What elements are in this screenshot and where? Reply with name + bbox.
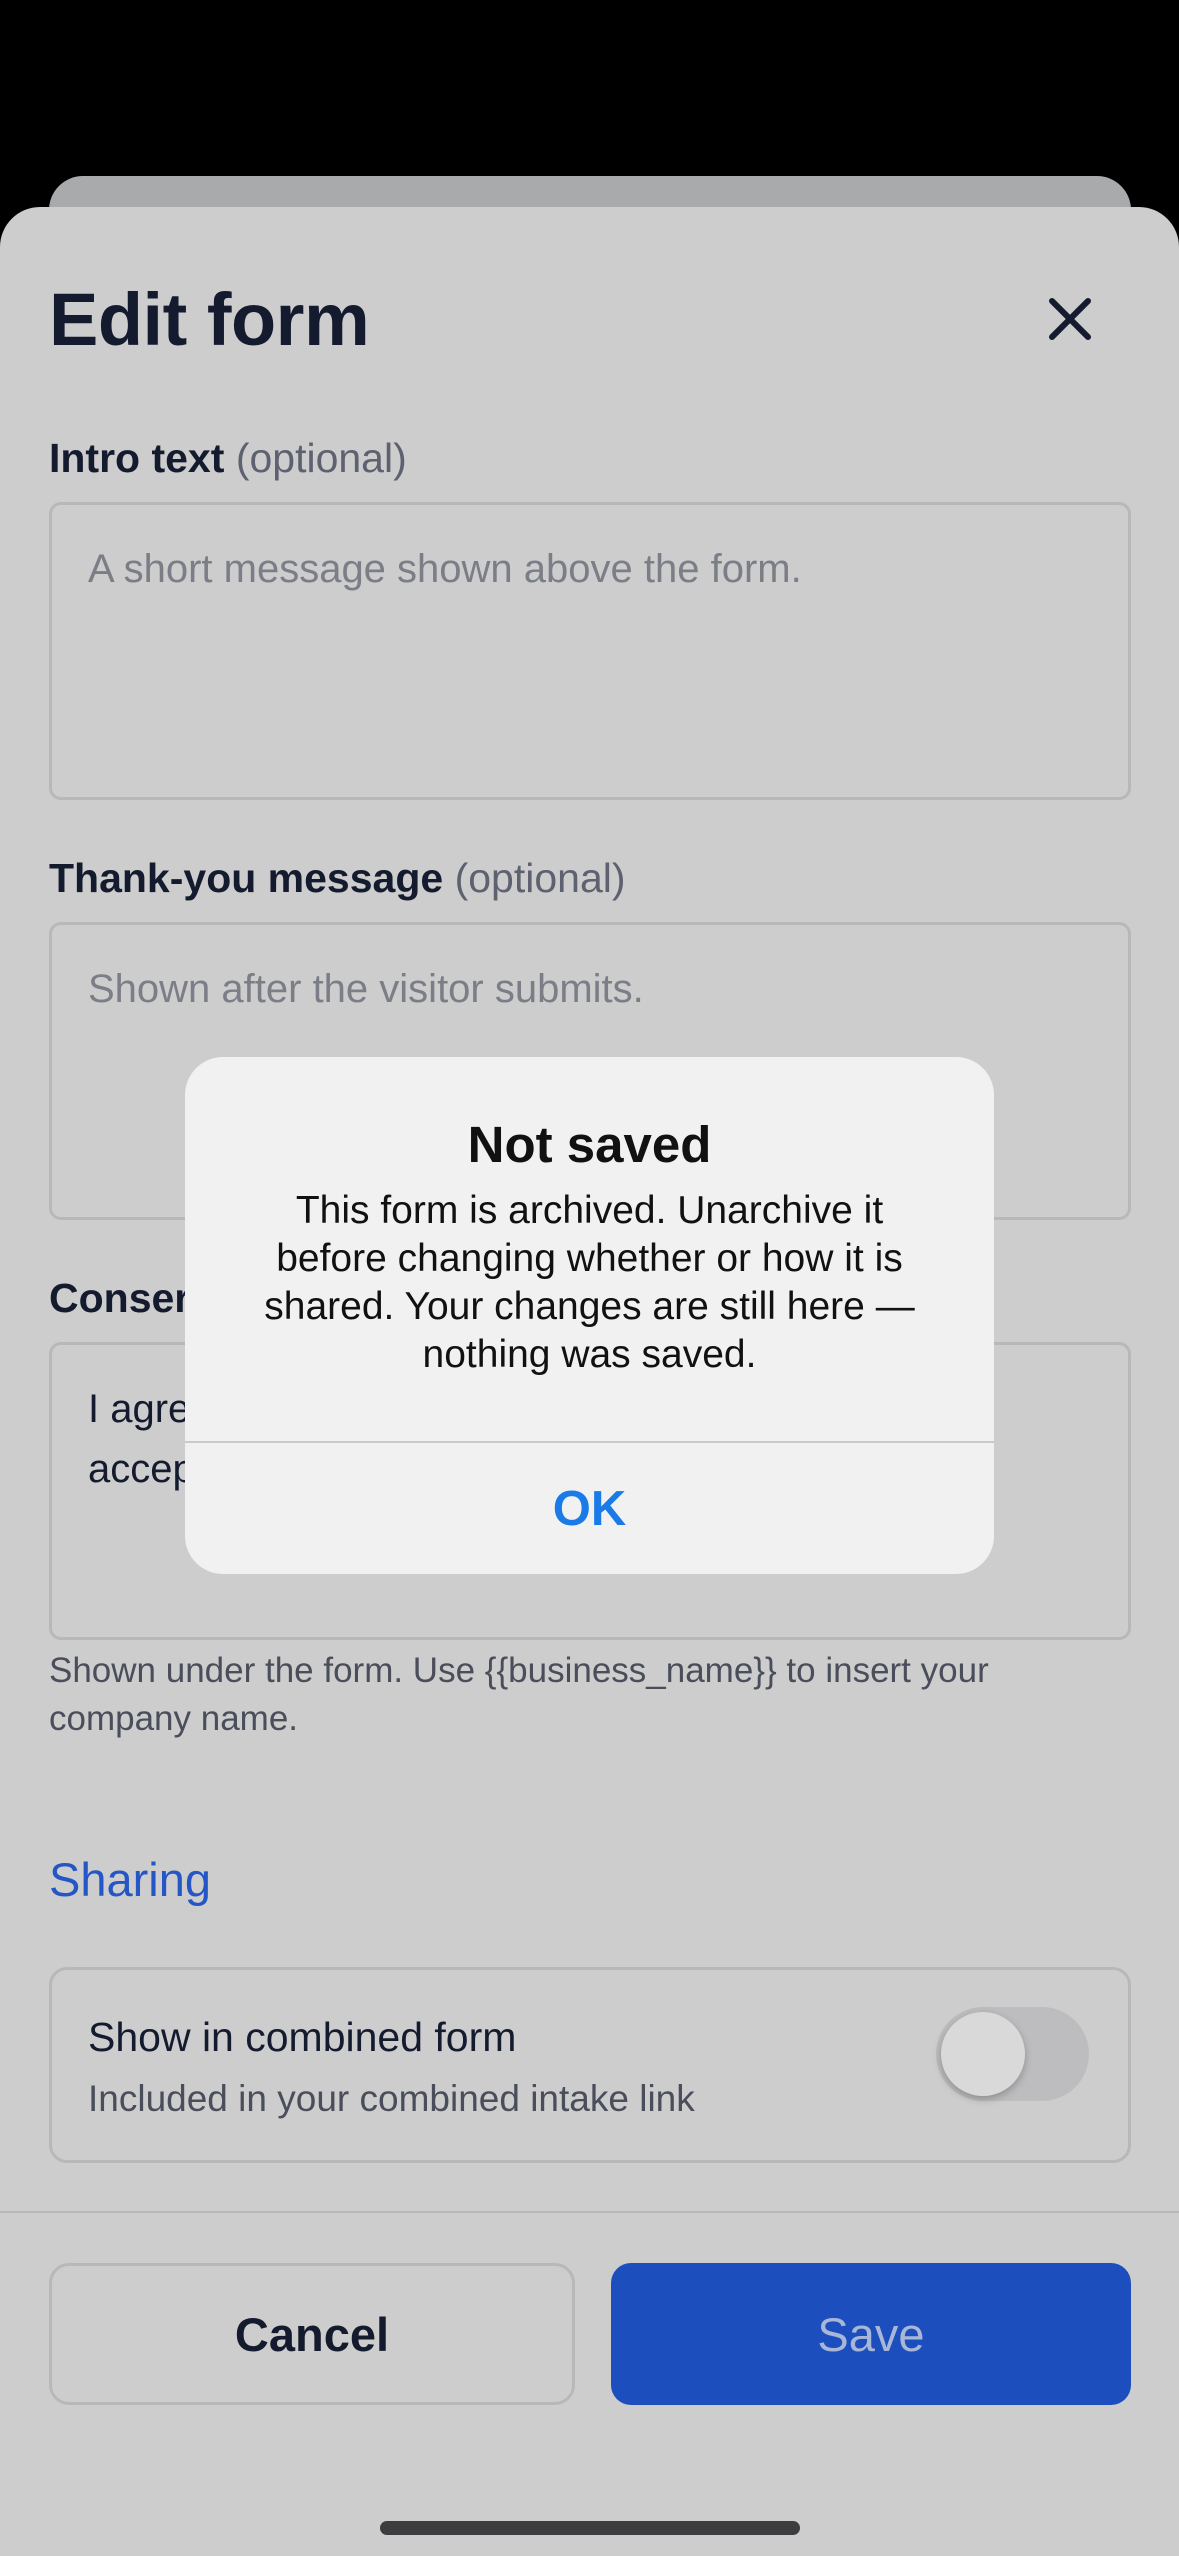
intro-text-optional: (optional) [235,435,407,481]
consent-label: Conser [49,1275,190,1322]
thank-you-label: Thank-you message (optional) [49,855,626,902]
consent-label-name: Conser [49,1275,191,1321]
combined-form-subtitle: Included in your combined intake link [88,2078,695,2119]
intro-text-placeholder: A short message shown above the form. [88,547,802,591]
not-saved-alert: Not saved This form is archived. Unarchi… [185,1057,994,1574]
alert-ok-button[interactable]: OK [185,1443,994,1574]
footer-divider [0,2211,1179,2213]
save-button[interactable]: Save [611,2263,1131,2405]
consent-hint: Shown under the form. Use {{business_nam… [49,1651,989,1738]
thank-you-optional: (optional) [454,855,626,901]
alert-message: This form is archived. Unarchive it befo… [264,1189,915,1376]
home-indicator [380,2521,800,2535]
cancel-button[interactable]: Cancel [49,2263,575,2405]
intro-text-label: Intro text (optional) [49,435,407,482]
thank-you-placeholder: Shown after the visitor submits. [88,967,644,1011]
close-button[interactable] [1030,279,1110,359]
alert-title: Not saved [467,1116,712,1173]
combined-form-title: Show in combined form [88,2014,517,2060]
intro-text-label-name: Intro text [49,435,225,481]
intro-text-input[interactable]: A short message shown above the form. [49,502,1131,800]
combined-form-card: Show in combined form Included in your c… [49,1967,1131,2163]
sharing-section-title: Sharing [49,1853,211,1906]
combined-form-toggle[interactable] [936,2007,1089,2101]
screen: Edit form Intro text (optional) A short … [0,0,1179,2556]
toggle-knob [941,2012,1025,2096]
thank-you-label-name: Thank-you message [49,855,444,901]
close-icon [1049,298,1091,340]
page-title: Edit form [49,278,370,361]
